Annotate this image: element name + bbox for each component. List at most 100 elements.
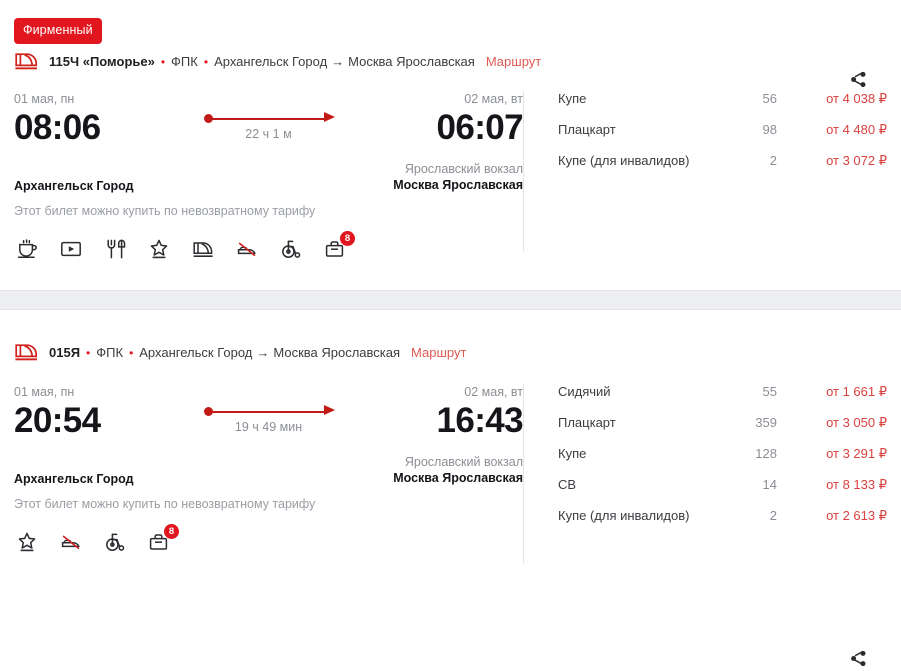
train-car-icon[interactable]	[190, 236, 216, 262]
seats-available: 98	[762, 122, 777, 137]
arrival-time: 16:43	[436, 401, 523, 440]
train-number: 015Я	[49, 344, 81, 360]
times-row: 01 мая, пн 08:06 Архангельск Город 22 ч …	[14, 91, 524, 194]
seats-available: 2	[769, 153, 777, 168]
share-button[interactable]	[845, 66, 871, 92]
meta-separator: •	[203, 54, 209, 69]
amenities-row: 8	[14, 231, 523, 265]
meal-cutlery-icon[interactable]	[102, 236, 128, 262]
luggage-count-badge: 8	[340, 231, 355, 246]
meta-separator: •	[160, 54, 166, 69]
wheelchair-accessible-icon[interactable]	[102, 529, 128, 555]
trip-duration: 19 ч 49 мин	[234, 420, 303, 434]
share-button[interactable]	[845, 645, 871, 671]
fare-price: от 4 480 ₽	[826, 122, 887, 137]
wheelchair-accessible-icon[interactable]	[278, 236, 304, 262]
tariff-note: Этот билет можно купить по невозвратному…	[14, 497, 316, 511]
fare-price: от 3 291 ₽	[826, 446, 887, 461]
fare-class: Сидячий	[558, 384, 611, 399]
star-service-icon[interactable]	[146, 236, 172, 262]
seats-available: 128	[755, 446, 777, 461]
arrival-station: Москва Ярославская	[393, 178, 523, 192]
luggage-icon[interactable]: 8	[146, 524, 179, 555]
luggage-icon[interactable]: 8	[322, 231, 355, 262]
seats-available: 2	[769, 508, 777, 523]
train-header: 015Я • ФПК • Архангельск Город → Москва …	[0, 310, 901, 367]
seats-available: 55	[762, 384, 777, 399]
meta-separator: •	[86, 345, 91, 360]
no-bedding-icon[interactable]	[234, 236, 260, 262]
train-search-results: Фирменный 115Ч «Поморье» • ФПК • Арханге…	[0, 0, 901, 666]
arrival-date: 02 мая, вт	[464, 385, 523, 399]
arrival-date: 02 мая, вт	[464, 92, 523, 106]
table-row[interactable]: Плацкарт 359 от 3 050 ₽	[558, 415, 901, 446]
card-body: 01 мая, пн 08:06 Архангельск Город 22 ч …	[0, 91, 901, 265]
route-origin: Архангельск Город	[214, 53, 328, 69]
trip-duration: 22 ч 1 м	[245, 127, 292, 141]
fare-class: Купе (для инвалидов)	[558, 508, 690, 523]
table-row[interactable]: Купе (для инвалидов) 2 от 2 613 ₽	[558, 508, 901, 539]
departure-station: Архангельск Город	[14, 472, 134, 486]
fare-class: Купе (для инвалидов)	[558, 153, 690, 168]
train-front-icon	[15, 53, 38, 70]
luggage-count-badge: 8	[164, 524, 179, 539]
seats-available: 14	[762, 477, 777, 492]
table-row[interactable]: Купе (для инвалидов) 2 от 3 072 ₽	[558, 153, 901, 184]
train-number: 115Ч «Поморье»	[49, 53, 155, 69]
route-destination: Москва Ярославская	[273, 344, 401, 360]
route-line	[210, 118, 327, 120]
fare-price: от 3 050 ₽	[826, 415, 887, 430]
schedule-panel: 01 мая, пн 20:54 Архангельск Город 19 ч …	[0, 384, 524, 558]
status-badge: Фирменный	[14, 18, 102, 44]
hot-drink-icon[interactable]	[14, 236, 40, 262]
departure-block: 01 мая, пн 08:06 Архангельск Город	[14, 91, 194, 194]
route-details-link[interactable]: Маршрут	[411, 345, 466, 360]
seats-available: 56	[762, 91, 777, 106]
route-destination: Москва Ярославская	[348, 53, 475, 69]
route-connector: 22 ч 1 м	[200, 91, 337, 147]
no-bedding-icon[interactable]	[58, 529, 84, 555]
destination-arrow-icon	[324, 405, 335, 415]
table-row[interactable]: Купе 56 от 4 038 ₽	[558, 91, 901, 122]
fare-price: от 1 661 ₽	[826, 384, 887, 399]
video-player-icon[interactable]	[58, 236, 84, 262]
route-details-link[interactable]: Маршрут	[486, 54, 541, 69]
destination-arrow-icon	[324, 112, 335, 122]
route-arrow-icon: →	[331, 53, 345, 69]
departure-time: 08:06	[14, 108, 101, 147]
card-separator-band	[0, 290, 901, 310]
share-icon	[850, 650, 865, 666]
carrier-name: ФПК	[171, 53, 198, 69]
table-row[interactable]: Купе 128 от 3 291 ₽	[558, 446, 901, 477]
card-body: 01 мая, пн 20:54 Архангельск Город 19 ч …	[0, 384, 901, 564]
table-row[interactable]: Плацкарт 98 от 4 480 ₽	[558, 122, 901, 153]
route-origin: Архангельск Город	[139, 344, 253, 360]
arrival-terminal: Ярославский вокзал	[404, 455, 523, 469]
train-meta: 115Ч «Поморье» • ФПК • Архангельск Город…	[49, 54, 541, 69]
schedule-panel: 01 мая, пн 08:06 Архангельск Город 22 ч …	[0, 91, 524, 265]
price-table: Купе 56 от 4 038 ₽ Плацкарт 98 от 4 480 …	[524, 91, 901, 184]
share-icon	[850, 71, 865, 87]
fare-price: от 2 613 ₽	[826, 508, 887, 523]
fare-price: от 4 038 ₽	[826, 91, 887, 106]
train-result-card: Фирменный 115Ч «Поморье» • ФПК • Арханге…	[0, 0, 901, 290]
meta-separator: •	[129, 345, 134, 360]
fare-class: Купе	[558, 91, 587, 106]
fare-class: Купе	[558, 446, 587, 461]
arrival-block: 02 мая, вт 06:07 Ярославский вокзал Моск…	[343, 91, 523, 193]
arrival-block: 02 мая, вт 16:43 Ярославский вокзал Моск…	[343, 384, 523, 486]
badge-row: Фирменный	[0, 0, 901, 44]
tariff-note: Этот билет можно купить по невозвратному…	[14, 204, 316, 218]
train-header: 115Ч «Поморье» • ФПК • Архангельск Город…	[0, 46, 901, 76]
departure-date: 01 мая, пн	[14, 92, 75, 106]
fare-class: Плацкарт	[558, 415, 616, 430]
table-row[interactable]: Сидячий 55 от 1 661 ₽	[558, 384, 901, 415]
arrival-terminal: Ярославский вокзал	[404, 162, 523, 176]
star-service-icon[interactable]	[14, 529, 40, 555]
table-row[interactable]: СВ 14 от 8 133 ₽	[558, 477, 901, 508]
train-result-card: 015Я • ФПК • Архангельск Город → Москва …	[0, 310, 901, 666]
route-line	[210, 411, 327, 413]
route-arrow-icon: →	[256, 344, 270, 360]
departure-time: 20:54	[14, 401, 101, 440]
times-row: 01 мая, пн 20:54 Архангельск Город 19 ч …	[14, 384, 524, 487]
